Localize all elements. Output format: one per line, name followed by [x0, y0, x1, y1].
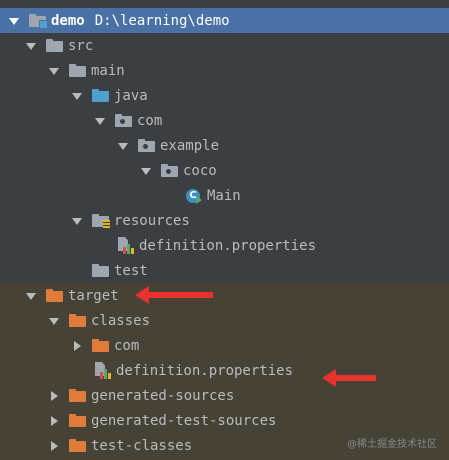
tree-item-label: target: [68, 287, 119, 304]
chevron-right-icon[interactable]: [49, 415, 59, 426]
chevron-down-icon[interactable]: [141, 166, 151, 176]
chevron-right-icon[interactable]: [49, 440, 59, 451]
module-folder-icon: [29, 14, 48, 29]
tree-row-main[interactable]: main: [0, 58, 449, 83]
tree-row-example[interactable]: example: [0, 133, 449, 158]
tree-row-classes-definition-properties[interactable]: definition.properties: [0, 358, 449, 383]
chevron-down-icon[interactable]: [95, 116, 105, 126]
excluded-folder-icon: [69, 389, 86, 402]
tree-row-com[interactable]: com: [0, 108, 449, 133]
tree-item-label: generated-test-sources: [91, 412, 277, 429]
excluded-folder-icon: [69, 414, 86, 427]
excluded-folder-icon: [69, 439, 86, 452]
tree-row-generated-test-sources[interactable]: generated-test-sources: [0, 408, 449, 433]
tree-row-java[interactable]: java: [0, 83, 449, 108]
tree-item-label: Main: [207, 187, 241, 204]
tree-row-target[interactable]: target: [0, 283, 449, 308]
tree-item-label: coco: [183, 162, 217, 179]
tree-item-label: test-classes: [91, 437, 193, 454]
chevron-down-icon[interactable]: [26, 291, 36, 301]
tree-row-resources[interactable]: resources: [0, 208, 449, 233]
project-name: demo: [51, 12, 85, 29]
tree-row-test[interactable]: test: [0, 258, 449, 283]
tree-item-label: definition.properties: [139, 237, 317, 254]
chevron-down-icon[interactable]: [118, 141, 128, 151]
excluded-folder-icon: [92, 339, 109, 352]
tree-item-label: classes: [91, 312, 151, 329]
project-path: D:\learning\demo: [94, 12, 230, 29]
tree-item-label: example: [160, 137, 220, 154]
folder-icon: [69, 64, 86, 77]
tree-row-coco[interactable]: coco: [0, 158, 449, 183]
project-tree[interactable]: demo D:\learning\demo src main java com …: [0, 8, 449, 458]
chevron-down-icon[interactable]: [49, 66, 59, 76]
tree-item-label: com: [137, 112, 163, 129]
properties-file-icon: [118, 237, 134, 254]
chevron-down-icon[interactable]: [72, 91, 82, 101]
java-class-icon: C: [186, 188, 202, 204]
annotation-arrow-target: [135, 286, 213, 304]
chevron-right-icon[interactable]: [72, 340, 82, 351]
package-icon: [138, 139, 155, 152]
annotation-arrow-properties: [322, 369, 376, 387]
tree-row-demo[interactable]: demo D:\learning\demo: [0, 8, 449, 33]
chevron-down-icon[interactable]: [49, 316, 59, 326]
tree-item-label: generated-sources: [91, 387, 235, 404]
excluded-folder-icon: [69, 314, 86, 327]
properties-file-icon: [95, 362, 111, 379]
excluded-folder-icon: [46, 289, 63, 302]
tree-row-classes[interactable]: classes: [0, 308, 449, 333]
chevron-right-icon[interactable]: [49, 390, 59, 401]
tree-item-label: resources: [114, 212, 190, 229]
package-icon: [161, 164, 178, 177]
tree-row-classes-com[interactable]: com: [0, 333, 449, 358]
tree-item-label: java: [114, 87, 148, 104]
tree-row-generated-sources[interactable]: generated-sources: [0, 383, 449, 408]
tree-item-label: test: [114, 262, 148, 279]
tree-item-label: com: [114, 337, 140, 354]
tree-row-src[interactable]: src: [0, 33, 449, 58]
chevron-down-icon[interactable]: [9, 16, 19, 26]
tree-row-definition-properties[interactable]: definition.properties: [0, 233, 449, 258]
package-icon: [115, 114, 132, 127]
tree-item-label: main: [91, 62, 125, 79]
tree-item-label: definition.properties: [116, 362, 294, 379]
folder-icon: [92, 264, 109, 277]
resources-root-folder-icon: [92, 214, 110, 228]
chevron-down-icon[interactable]: [72, 216, 82, 226]
watermark: @稀土掘金技术社区: [347, 439, 437, 450]
tree-row-main-class[interactable]: C Main: [0, 183, 449, 208]
folder-icon: [46, 39, 63, 52]
chevron-down-icon[interactable]: [26, 41, 36, 51]
source-root-folder-icon: [92, 89, 109, 102]
tree-item-label: src: [68, 37, 94, 54]
